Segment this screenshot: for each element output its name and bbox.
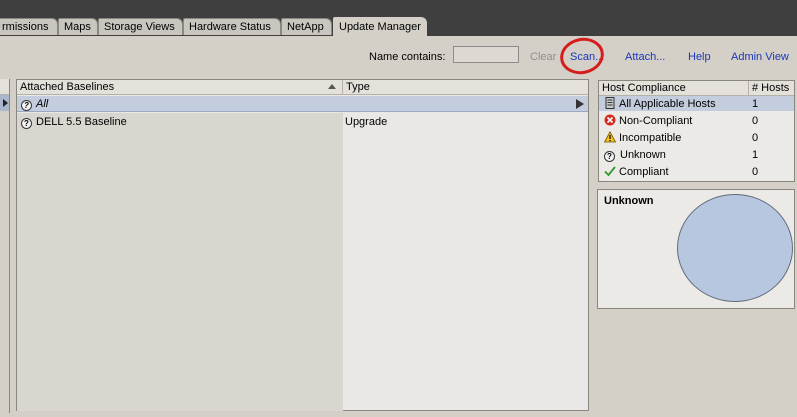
sort-ascending-icon <box>328 84 336 89</box>
compliance-count: 0 <box>752 115 759 127</box>
tab-maps[interactable]: Maps <box>58 18 98 35</box>
hosts-count-header-label: # Hosts <box>752 82 790 94</box>
scan-link[interactable]: Scan... <box>570 51 604 63</box>
host-compliance-row-unknown[interactable]: ? Unknown <box>604 147 749 163</box>
host-compliance-row-all[interactable]: All Applicable Hosts <box>604 96 749 112</box>
clear-link[interactable]: Clear <box>530 51 556 63</box>
server-icon <box>605 97 615 109</box>
tab-update-manager[interactable]: Update Manager <box>333 17 427 36</box>
compliance-count: 0 <box>752 132 759 144</box>
baselines-header-type[interactable]: Type <box>343 80 588 95</box>
tab-netapp[interactable]: NetApp <box>281 18 332 35</box>
tab-bar: rmissions Maps Storage Views Hardware St… <box>0 0 797 36</box>
compliance-count: 1 <box>752 149 759 161</box>
non-compliant-icon <box>604 114 616 126</box>
name-filter-input[interactable] <box>453 46 519 63</box>
baselines-header-name[interactable]: Attached Baselines <box>17 80 343 95</box>
compliance-detail-title: Unknown <box>604 195 654 207</box>
host-compliance-row-incompatible[interactable]: Incompatible <box>604 130 749 146</box>
baselines-column-shade <box>17 113 343 411</box>
host-compliance-row-non-compliant[interactable]: Non-Compliant <box>604 113 749 129</box>
compliance-pie-chart <box>677 194 793 302</box>
question-icon: ? <box>604 151 615 162</box>
host-compliance-header[interactable]: Host Compliance <box>599 81 749 96</box>
hosts-count-header[interactable]: # Hosts <box>749 81 794 96</box>
question-icon: ? <box>21 100 32 111</box>
baseline-row-dell[interactable]: ? DELL 5.5 Baseline <box>21 115 127 129</box>
baseline-name: DELL 5.5 Baseline <box>36 116 127 128</box>
compliance-label: All Applicable Hosts <box>619 98 716 110</box>
name-filter-label: Name contains: <box>369 51 446 63</box>
compliance-label: Non-Compliant <box>619 115 693 127</box>
admin-view-link[interactable]: Admin View <box>731 51 789 63</box>
tab-permissions[interactable]: rmissions <box>0 18 58 35</box>
baselines-header-name-label: Attached Baselines <box>20 81 115 93</box>
compliance-label: Incompatible <box>619 132 682 144</box>
compliance-label: Unknown <box>620 149 666 161</box>
left-pane <box>0 79 10 413</box>
help-link[interactable]: Help <box>688 51 711 63</box>
compliance-count: 1 <box>752 98 759 110</box>
row-expand-arrow-icon[interactable] <box>576 99 584 109</box>
baselines-header-type-label: Type <box>346 81 370 93</box>
warning-icon <box>604 131 616 143</box>
baseline-name: All <box>36 98 49 110</box>
attach-link[interactable]: Attach... <box>625 51 665 63</box>
host-compliance-header-label: Host Compliance <box>602 82 686 94</box>
left-pane-arrow-icon <box>3 99 8 107</box>
baseline-type: Upgrade <box>345 116 388 128</box>
tab-hardware-status[interactable]: Hardware Status <box>183 18 281 35</box>
table-row-selected[interactable] <box>17 96 588 112</box>
checkmark-icon <box>604 166 616 177</box>
host-compliance-row-compliant[interactable]: Compliant <box>604 164 749 180</box>
tab-storage-views[interactable]: Storage Views <box>98 18 183 35</box>
question-icon: ? <box>21 118 32 129</box>
baseline-row-all[interactable]: ? All <box>21 97 48 111</box>
left-pane-header <box>0 79 9 95</box>
compliance-count: 0 <box>752 166 759 178</box>
compliance-label: Compliant <box>619 166 669 178</box>
